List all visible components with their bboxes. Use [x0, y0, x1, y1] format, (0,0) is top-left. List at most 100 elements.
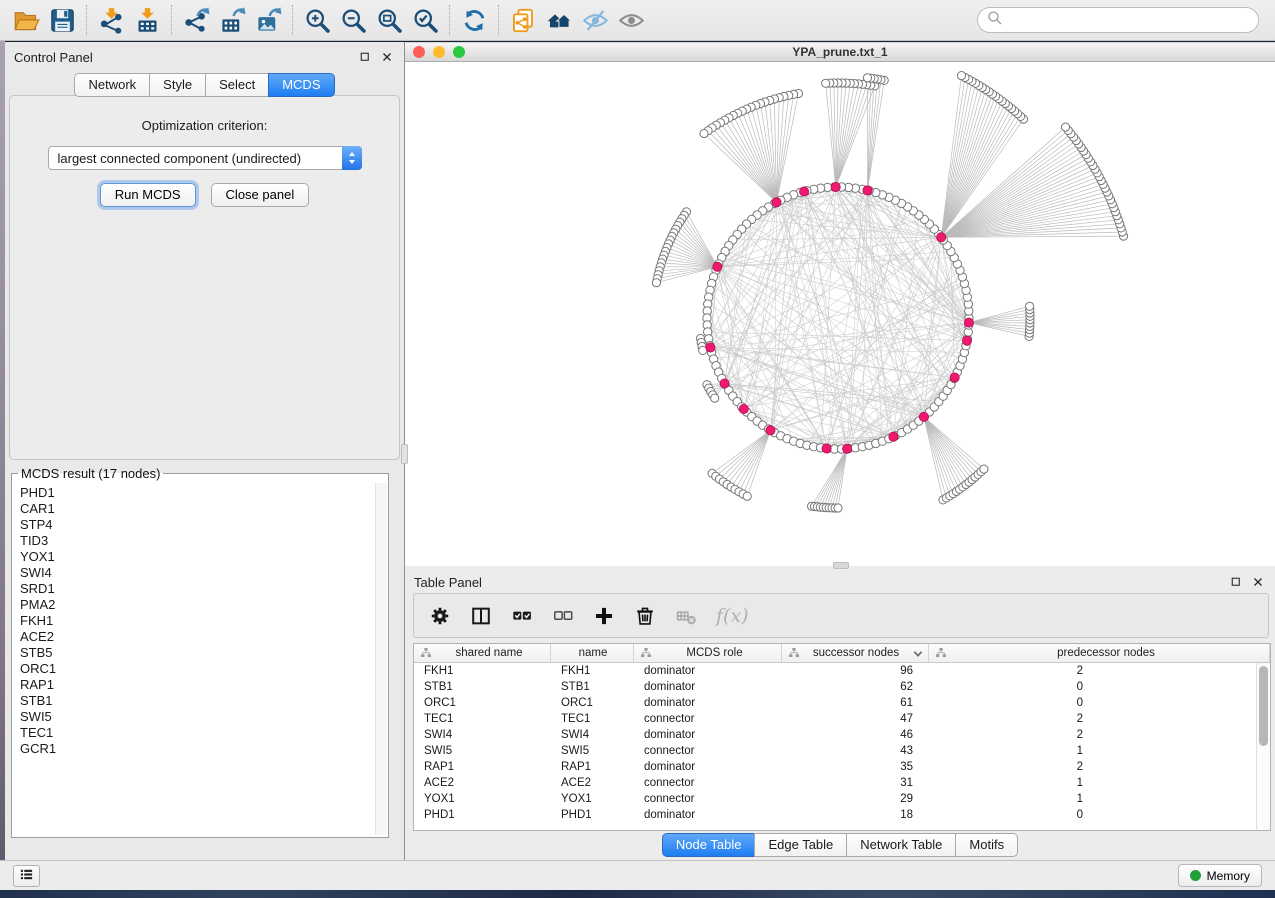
table-cell: ACE2	[551, 777, 634, 789]
table-cell: 1	[929, 745, 1099, 757]
table-row[interactable]: RAP1RAP1dominator352	[414, 759, 1256, 775]
mcds-result-scrollbar[interactable]	[375, 483, 387, 835]
network-canvas[interactable]	[405, 62, 1274, 565]
toolbar-button-refresh-layout[interactable]	[456, 3, 492, 37]
toolbar-button-duplicate-network[interactable]	[505, 3, 541, 37]
mcds-result-item[interactable]: YOX1	[20, 549, 374, 565]
export-table-icon	[219, 7, 246, 34]
mcds-result-item[interactable]: RAP1	[20, 677, 374, 693]
close-panel-button[interactable]	[379, 50, 394, 65]
scrollbar-thumb[interactable]	[1259, 666, 1268, 746]
list-icon	[19, 867, 34, 885]
mcds-result-item[interactable]: SWI5	[20, 709, 374, 725]
table-cell: PHD1	[414, 809, 551, 821]
table-toolbar-select-all-checkboxes-button[interactable]	[511, 605, 533, 627]
table-row[interactable]: SWI5SWI5connector431	[414, 743, 1256, 759]
mcds-result-item[interactable]: STP4	[20, 517, 374, 533]
node-table-scrollbar[interactable]	[1256, 663, 1270, 830]
close-table-panel-button[interactable]	[1250, 575, 1265, 590]
close-panel-action-button[interactable]: Close panel	[211, 183, 310, 207]
toolbar-button-hide-selected[interactable]	[577, 3, 613, 37]
search-input[interactable]	[1004, 13, 1250, 27]
toolbar-button-zoom-in[interactable]	[299, 3, 335, 37]
toolbar-button-import-table[interactable]	[129, 3, 165, 37]
toolbar-button-open-file[interactable]	[8, 3, 44, 37]
mcds-result-list[interactable]: PHD1CAR1STP4TID3YOX1SWI4SRD1PMA2FKH1ACE2…	[13, 483, 374, 835]
mcds-result-item[interactable]: PMA2	[20, 597, 374, 613]
toolbar-button-save-session[interactable]	[44, 3, 80, 37]
toolbar-button-first-neighbors[interactable]	[541, 3, 577, 37]
column-header-successor-nodes[interactable]: successor nodes	[782, 644, 929, 662]
run-mcds-button[interactable]: Run MCDS	[100, 183, 196, 207]
network-graph[interactable]	[405, 62, 1274, 565]
table-row[interactable]: SWI4SWI4dominator462	[414, 727, 1256, 743]
table-cell: 0	[929, 681, 1099, 693]
toolbar-button-zoom-fit[interactable]	[371, 3, 407, 37]
toolbar-button-show-all[interactable]	[613, 3, 649, 37]
toolbar-button-export-table[interactable]	[214, 3, 250, 37]
tab-select[interactable]: Select	[205, 73, 269, 97]
mcds-result-item[interactable]: STB1	[20, 693, 374, 709]
export-network-icon	[183, 7, 210, 34]
mcds-result-item[interactable]: PHD1	[20, 485, 374, 501]
table-toolbar-settings-gear-button[interactable]	[429, 605, 451, 627]
mcds-result-item[interactable]: ORC1	[20, 661, 374, 677]
table-row[interactable]: ACE2ACE2connector311	[414, 775, 1256, 791]
toolbar-button-export-image[interactable]	[250, 3, 286, 37]
search-icon	[986, 9, 1004, 27]
table-row[interactable]: FKH1FKH1dominator962	[414, 663, 1256, 679]
mcds-result-item[interactable]: FKH1	[20, 613, 374, 629]
horizontal-splitter-grip[interactable]	[833, 562, 849, 569]
zoom-in-icon	[304, 7, 331, 34]
memory-button[interactable]: Memory	[1178, 864, 1262, 887]
network-window-titlebar[interactable]: YPA_prune.txt_1	[405, 42, 1275, 62]
tab-network-table[interactable]: Network Table	[846, 833, 956, 857]
mcds-result-item[interactable]: GCR1	[20, 741, 374, 757]
select-stepper-icon	[342, 146, 362, 170]
float-icon	[1230, 576, 1242, 588]
toolbar-button-zoom-selected[interactable]	[407, 3, 443, 37]
mcds-result-item[interactable]: TEC1	[20, 725, 374, 741]
table-cell: 96	[782, 665, 929, 677]
table-row[interactable]: ORC1ORC1dominator610	[414, 695, 1256, 711]
mcds-result-item[interactable]: ACE2	[20, 629, 374, 645]
control-panel: Control Panel NetworkStyleSelectMCDS Opt…	[5, 42, 404, 860]
table-row[interactable]: TEC1TEC1connector472	[414, 711, 1256, 727]
mcds-result-item[interactable]: SWI4	[20, 565, 374, 581]
table-row[interactable]: STB1STB1dominator620	[414, 679, 1256, 695]
task-history-button[interactable]	[13, 865, 40, 887]
toolbar-button-export-network[interactable]	[178, 3, 214, 37]
float-table-panel-button[interactable]	[1228, 575, 1243, 590]
node-table: shared namenameMCDS rolesuccessor nodesp…	[413, 643, 1271, 831]
column-header-predecessor-nodes[interactable]: predecessor nodes	[929, 644, 1270, 662]
tab-style[interactable]: Style	[149, 73, 206, 97]
column-header-MCDS-role[interactable]: MCDS role	[634, 644, 782, 662]
tab-mcds[interactable]: MCDS	[268, 73, 334, 97]
column-header-name[interactable]: name	[551, 644, 634, 662]
criterion-select[interactable]: largest connected component (undirected)	[48, 146, 362, 170]
table-toolbar-deselect-all-checkboxes-button[interactable]	[552, 605, 574, 627]
float-panel-button[interactable]	[357, 50, 372, 65]
tab-node-table[interactable]: Node Table	[662, 833, 756, 857]
search-box[interactable]	[977, 7, 1259, 33]
table-cell: SWI5	[414, 745, 551, 757]
settings-gear-icon	[429, 605, 451, 627]
column-header-shared-name[interactable]: shared name	[414, 644, 551, 662]
tab-motifs[interactable]: Motifs	[955, 833, 1018, 857]
table-toolbar-column-layout-button[interactable]	[470, 605, 492, 627]
vertical-splitter-grip[interactable]	[401, 444, 408, 464]
table-row[interactable]: PHD1PHD1dominator180	[414, 807, 1256, 823]
table-cell: 46	[782, 729, 929, 741]
table-toolbar-add-column-button[interactable]	[593, 605, 615, 627]
toolbar-button-zoom-out[interactable]	[335, 3, 371, 37]
table-row[interactable]: YOX1YOX1connector291	[414, 791, 1256, 807]
table-cell: 61	[782, 697, 929, 709]
table-toolbar-delete-column-button[interactable]	[634, 605, 656, 627]
mcds-result-item[interactable]: SRD1	[20, 581, 374, 597]
tab-network[interactable]: Network	[74, 73, 150, 97]
mcds-result-item[interactable]: CAR1	[20, 501, 374, 517]
tab-edge-table[interactable]: Edge Table	[754, 833, 847, 857]
mcds-result-item[interactable]: STB5	[20, 645, 374, 661]
toolbar-button-import-network[interactable]	[93, 3, 129, 37]
mcds-result-item[interactable]: TID3	[20, 533, 374, 549]
